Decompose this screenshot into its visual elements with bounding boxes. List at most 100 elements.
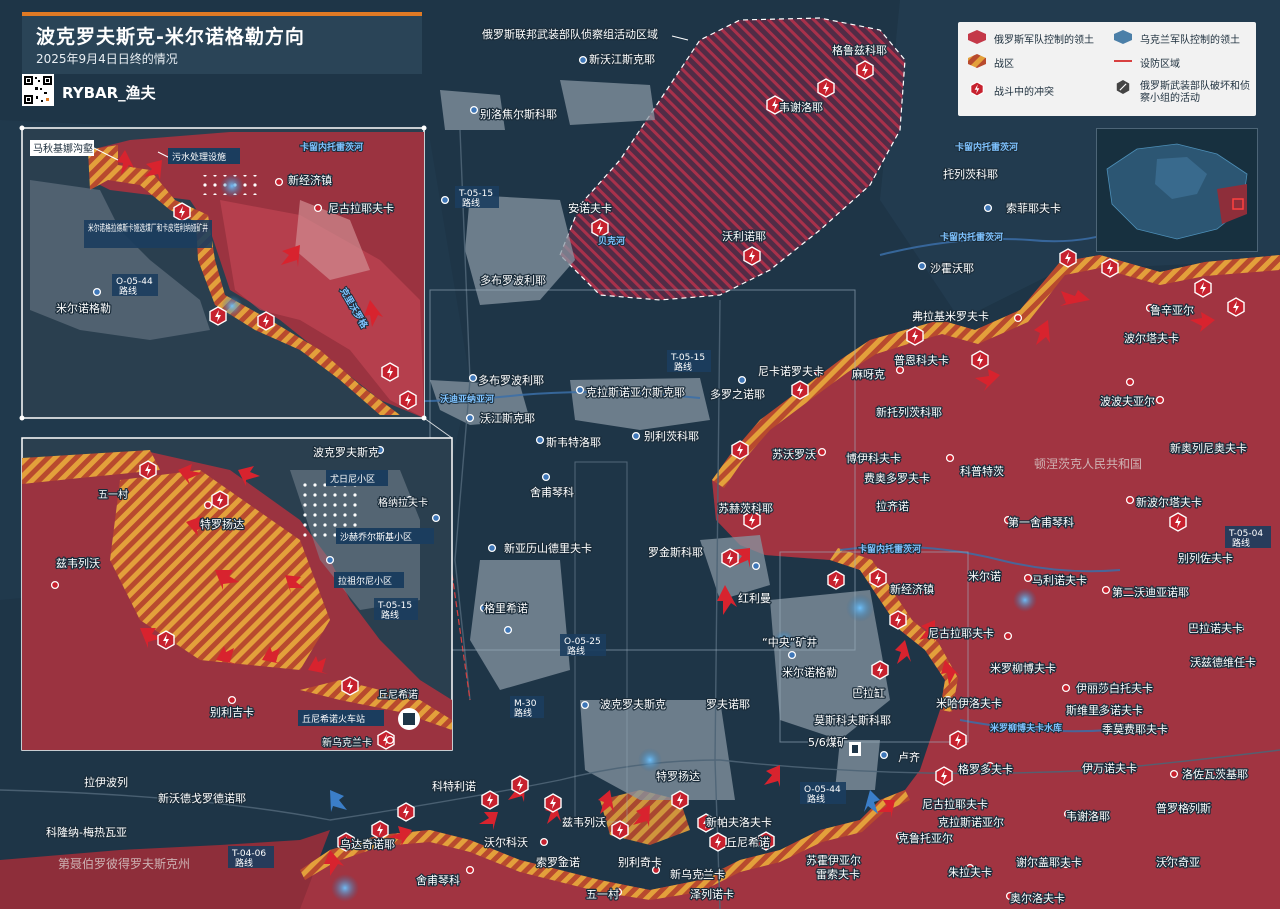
town-label: 卢齐 bbox=[898, 750, 920, 764]
town-label: 多布罗波利耶 bbox=[480, 273, 546, 287]
river-label: 卡留内托雷茨河 bbox=[940, 231, 1003, 243]
fortified-line-swatch-icon bbox=[1114, 60, 1132, 62]
town-label: 索罗金诺 bbox=[536, 855, 580, 869]
town-label: 韦谢洛耶 bbox=[1066, 809, 1110, 823]
brand-name: RYBAR_渔夫 bbox=[62, 84, 156, 102]
town-label: 沃尔奇亚 bbox=[1156, 856, 1200, 869]
town-label: 舍甫琴科 bbox=[530, 485, 574, 499]
town-label: 新沃江斯克耶 bbox=[589, 52, 655, 66]
town-label: 索菲耶夫卡 bbox=[1006, 201, 1061, 215]
town-label: 沃兹德维任卡 bbox=[1190, 655, 1256, 669]
town-label: 朱拉夫卡 bbox=[948, 865, 992, 879]
town-label: 第一舍甫琴科 bbox=[1008, 515, 1074, 529]
town-label: 波波夫亚尔 bbox=[1100, 395, 1155, 408]
svg-text:路线: 路线 bbox=[1232, 537, 1250, 549]
qr-code-icon bbox=[22, 74, 54, 106]
route-tag-r4: O-05-25 路线 bbox=[560, 634, 606, 657]
inset-a-label: 马秋基娜沟壑 bbox=[33, 142, 93, 155]
town-label: 沃尔科沃 bbox=[484, 835, 528, 849]
recon-zone-label: 俄罗斯联邦武装部队侦察组活动区域 bbox=[482, 27, 658, 41]
town-label: 鲁辛亚尔 bbox=[1150, 303, 1194, 317]
svg-text:路线: 路线 bbox=[235, 857, 253, 869]
town-label: 新乌克兰卡 bbox=[670, 867, 725, 881]
town-label: 斯维里多诺夫卡 bbox=[1066, 703, 1143, 717]
town-label: 科特利诺 bbox=[432, 779, 476, 793]
town-label: 米哈伊洛夫卡 bbox=[936, 696, 1002, 710]
town-label: 洛佐瓦茨基耶 bbox=[1182, 767, 1248, 781]
town-label: 拉伊波列 bbox=[84, 775, 128, 789]
inset-b-label: 兹韦列沃 bbox=[56, 556, 100, 570]
town-label: 格鲁兹科耶 bbox=[832, 43, 887, 57]
svg-text:路线: 路线 bbox=[462, 197, 480, 209]
town-label: 别列佐夫卡 bbox=[1178, 551, 1233, 565]
map-header: 波克罗夫斯克-米尔诺格勒方向 2025年9月4日日终的情况 bbox=[22, 12, 422, 74]
town-label: 五一村 bbox=[586, 887, 619, 901]
svg-text:路线: 路线 bbox=[567, 645, 585, 657]
svg-text:T-05-15: T-05-15 bbox=[670, 353, 705, 363]
town-label: 第二沃迪亚诺耶 bbox=[1112, 585, 1189, 599]
town-label: 克拉斯诺亚尔斯克耶 bbox=[586, 385, 685, 399]
town-label: 米尔诺 bbox=[968, 570, 1001, 583]
brand-block: RYBAR_渔夫 bbox=[22, 74, 222, 108]
town-label: 舍甫琴科 bbox=[416, 873, 460, 887]
svg-text:O-05-44: O-05-44 bbox=[116, 277, 153, 287]
svg-text:路线: 路线 bbox=[381, 609, 399, 621]
town-label: 丘尼希诺 bbox=[726, 835, 770, 849]
inset-b-label: 格纳拉夫卡 bbox=[378, 496, 428, 509]
map-title: 波克罗夫斯克-米尔诺格勒方向 bbox=[36, 26, 305, 48]
town-label: 新波尔塔夫卡 bbox=[1136, 495, 1202, 509]
inset-a: 马秋基娜沟壑 污水处理设施 新经济镇 尼古拉耶夫卡 米尔诺格拉德斯卡娅选煤厂和卡… bbox=[21, 127, 425, 419]
river-label: 米罗柳博夫卡水库 bbox=[989, 722, 1062, 734]
town-label: 麻呀克 bbox=[852, 367, 885, 381]
town-label: 尼古拉耶夫卡 bbox=[922, 797, 988, 811]
inset-b-label: 五一村 bbox=[98, 488, 128, 501]
mine-label: 5/6煤矿 bbox=[808, 736, 848, 749]
map-canvas: 顿涅茨克人民共和国 第聂伯罗彼得罗夫斯克州 俄罗斯联邦武装部队侦察组活动区域 卡… bbox=[0, 0, 1280, 909]
town-label: 乌达奇诺耶 bbox=[340, 837, 395, 851]
svg-text:T-05-15: T-05-15 bbox=[377, 601, 412, 611]
river-label: 卡留内托雷茨河 bbox=[858, 543, 921, 555]
inset-b-label: 丘尼希诺火车站 bbox=[302, 713, 365, 725]
town-label: 马利诺夫卡 bbox=[1032, 574, 1087, 587]
inset-b-label: 新乌克兰卡 bbox=[322, 736, 372, 749]
town-label: 尼古拉耶夫卡 bbox=[928, 626, 994, 640]
town-label: 费奥多罗夫卡 bbox=[864, 471, 930, 485]
town-label: 泽列诺卡 bbox=[690, 887, 734, 901]
town-label: 尼卡诺罗夫卡 bbox=[758, 365, 824, 378]
glow bbox=[846, 594, 874, 622]
town-label: 伊万诺夫卡 bbox=[1082, 762, 1137, 775]
town-label: “中央”矿井 bbox=[762, 635, 817, 649]
inset-b-label: 丘尼希诺 bbox=[378, 688, 418, 701]
town-label: 新亚历山德里夫卡 bbox=[504, 541, 592, 555]
town-label: 新奥列尼奥夫卡 bbox=[1170, 441, 1247, 455]
river-label: 贝克河 bbox=[598, 235, 625, 247]
route-tag-r1: T-05-15 路线 bbox=[455, 186, 499, 209]
map-legend: 俄罗斯军队控制的领土 乌克兰军队控制的领土 战区 设防区域 战斗中的冲突 俄罗斯… bbox=[958, 22, 1256, 116]
inset-b-label: 别利吉卡 bbox=[210, 706, 254, 719]
town-label: 特罗扬达 bbox=[656, 769, 700, 783]
inset-corner bbox=[421, 125, 427, 131]
town-label: 季莫费耶夫卡 bbox=[1102, 723, 1168, 736]
town-label: 拉齐诺 bbox=[876, 499, 909, 513]
town-label: 波尔塔夫卡 bbox=[1124, 332, 1179, 345]
route-tag-r6: O-05-44 路线 bbox=[800, 782, 846, 805]
inset-a-label: 尼古拉耶夫卡 bbox=[328, 201, 394, 215]
town-label: 兹韦列沃 bbox=[562, 815, 606, 829]
town-label: 雷索夫卡 bbox=[816, 867, 860, 881]
inset-a-label: 新经济镇 bbox=[288, 173, 332, 187]
inset-a-label: 米尔诺格勒 bbox=[56, 301, 111, 315]
town-label: 新沃德戈罗德诺耶 bbox=[158, 791, 246, 805]
town-label: 谢尔盖耶夫卡 bbox=[1016, 855, 1082, 869]
map-stage: 顿涅茨克人民共和国 第聂伯罗彼得罗夫斯克州 俄罗斯联邦武装部队侦察组活动区域 卡… bbox=[0, 0, 1280, 909]
svg-text:T-05-04: T-05-04 bbox=[1228, 529, 1263, 539]
route-tag-r2: T-05-15 路线 bbox=[667, 350, 711, 373]
town-label: 莫斯科夫斯科耶 bbox=[814, 713, 891, 727]
svg-text:路线: 路线 bbox=[807, 793, 825, 805]
region-label-dpr: 顿涅茨克人民共和国 bbox=[1034, 457, 1142, 471]
town-label: 奥尔洛夫卡 bbox=[1010, 891, 1065, 905]
inset-b-label: 尤日尼小区 bbox=[330, 473, 375, 485]
town-label: 格罗多夫卡 bbox=[958, 762, 1013, 776]
town-label: 克拉斯诺亚尔 bbox=[938, 815, 1004, 829]
town-label: 苏赫茨科耶 bbox=[718, 501, 773, 515]
inset-a-river: 卡留内托雷茨河 bbox=[300, 141, 363, 153]
